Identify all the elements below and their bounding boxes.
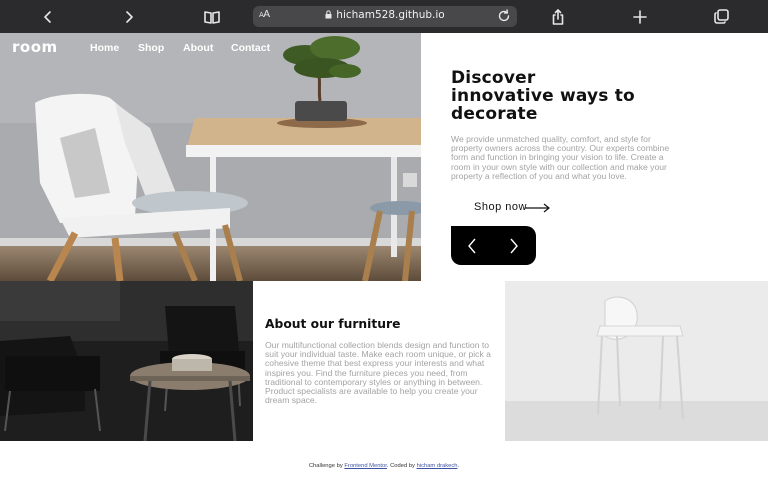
new-tab-button[interactable] (625, 0, 655, 33)
nav-home[interactable]: Home (90, 42, 119, 54)
chevron-left-icon (44, 10, 51, 23)
next-slide-button[interactable] (493, 226, 535, 265)
slider-controls (451, 226, 536, 265)
shop-now-link[interactable]: Shop now (474, 201, 527, 213)
tabs-icon (713, 9, 729, 24)
browser-toolbar: AA hicham528.github.io (0, 0, 768, 33)
hero-description: We provide unmatched quality, comfort, a… (451, 134, 670, 181)
main-nav: room Home Shop About Contact (0, 33, 421, 65)
nav-about[interactable]: About (183, 42, 213, 54)
frontend-mentor-link[interactable]: Frontend Mentor (344, 463, 387, 469)
hero-image (0, 33, 421, 281)
address-bar[interactable]: AA hicham528.github.io (253, 6, 517, 27)
nav-shop[interactable]: Shop (138, 42, 164, 54)
reload-button[interactable] (498, 9, 511, 28)
logo[interactable]: room (12, 38, 58, 56)
back-button[interactable] (33, 0, 63, 33)
footer: Challenge by Frontend Mentor. Coded by h… (0, 441, 768, 480)
tabs-button[interactable] (706, 0, 736, 33)
hero-title: Discover innovative ways to decorate (451, 68, 635, 124)
bookmarks-button[interactable] (197, 0, 227, 33)
about-image-dark (0, 281, 253, 441)
angle-left-icon (468, 238, 476, 253)
share-button[interactable] (543, 0, 573, 33)
reload-icon (498, 9, 510, 22)
nav-contact[interactable]: Contact (231, 42, 270, 54)
about-image-light (505, 281, 768, 441)
lock-icon (325, 10, 332, 19)
arrow-right-icon[interactable] (525, 203, 551, 213)
share-icon (552, 8, 564, 25)
forward-button[interactable] (114, 0, 144, 33)
about-title: About our furniture (265, 317, 401, 331)
attribution: Challenge by Frontend Mentor. Coded by h… (308, 463, 460, 469)
about-description: Our multifunctional collection blends de… (265, 340, 491, 406)
previous-slide-button[interactable] (451, 226, 493, 265)
chevron-right-icon (126, 10, 133, 23)
hero-content: Discover innovative ways to decorate We … (421, 33, 768, 281)
book-icon (204, 10, 220, 24)
url-text: hicham528.github.io (336, 9, 445, 21)
author-link[interactable]: hicham drakech (417, 463, 458, 469)
about-section: About our furniture Our multifunctional … (253, 281, 505, 441)
plus-icon (633, 9, 647, 24)
angle-right-icon (510, 238, 518, 253)
